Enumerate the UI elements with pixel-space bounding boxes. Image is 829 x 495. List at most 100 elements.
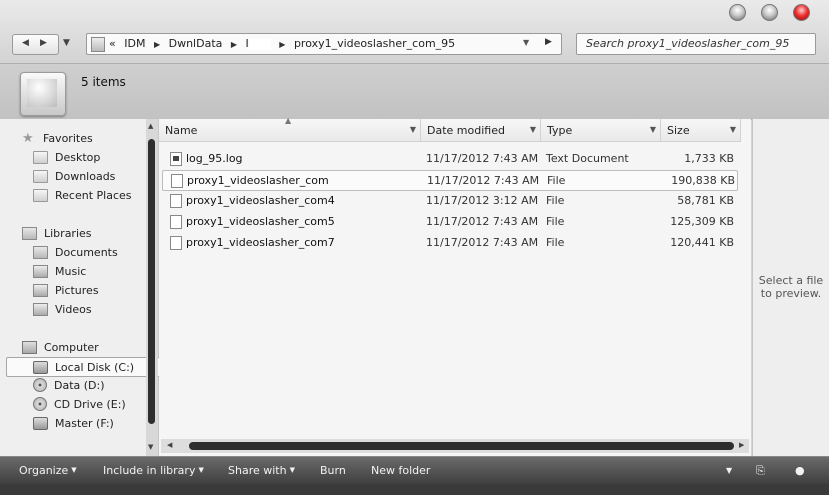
nav-label: Master (F:) [55, 416, 114, 430]
column-header-name[interactable]: ▲ Name ▼ [159, 116, 421, 142]
help-icon[interactable]: ● [795, 464, 805, 477]
nav-favorites[interactable]: ★ Favorites [22, 129, 93, 147]
nav-libraries[interactable]: Libraries [22, 224, 92, 242]
breadcrumb-item[interactable]: DwnlData [169, 37, 223, 50]
file-name: proxy1_videoslasher_com4 [186, 194, 335, 207]
file-name: proxy1_videoslasher_com [187, 174, 329, 187]
file-row[interactable]: proxy1_videoslasher_com4 11/17/2012 3:12… [162, 191, 736, 210]
column-header-size[interactable]: Size ▼ [661, 119, 741, 142]
nav-label: Libraries [44, 226, 92, 240]
view-options-icon[interactable]: ▼ [726, 466, 732, 475]
breadcrumb-separator-icon[interactable]: ▶ [154, 40, 160, 49]
column-label: Size [667, 124, 690, 137]
nav-item-recent-places[interactable]: Recent Places [33, 186, 132, 204]
address-dropdown-icon[interactable]: ▼ [523, 38, 529, 47]
nav-item-videos[interactable]: Videos [33, 300, 92, 318]
file-type: File [546, 236, 565, 249]
nav-item-downloads[interactable]: Downloads [33, 167, 115, 185]
breadcrumb-overflow[interactable]: « [109, 37, 116, 50]
forward-arrow-icon[interactable]: ▶ [40, 38, 47, 48]
column-header-date[interactable]: Date modified ▼ [421, 119, 541, 142]
nav-item-desktop[interactable]: Desktop [33, 148, 100, 166]
recent-pages-dropdown-icon[interactable]: ▼ [63, 38, 70, 48]
log-file-icon [170, 152, 182, 166]
scroll-right-icon[interactable]: ▶ [739, 441, 744, 449]
breadcrumb-item[interactable]: IDM [124, 37, 145, 50]
close-button[interactable] [793, 4, 810, 21]
breadcrumb-item[interactable]: proxy1_videoslasher_com_95 [294, 37, 455, 50]
pictures-icon [33, 283, 48, 297]
nav-label: Recent Places [55, 188, 132, 202]
chevron-down-icon: ▼ [71, 466, 77, 474]
navigation-scrollbar[interactable]: ▲ ▼ [146, 119, 158, 456]
address-go-icon[interactable]: ▶ [545, 37, 552, 47]
file-size: 125,309 KB [670, 215, 734, 228]
organize-button[interactable]: Organize ▼ [19, 464, 77, 477]
preview-message: Select a file to preview. [758, 274, 824, 300]
nav-item-cd-drive-e[interactable]: CD Drive (E:) [33, 395, 126, 413]
column-filter-icon[interactable]: ▼ [530, 125, 536, 134]
nav-label: Videos [55, 302, 92, 316]
column-filter-icon[interactable]: ▼ [730, 125, 736, 134]
scroll-down-icon[interactable]: ▼ [148, 443, 153, 451]
preview-pane-icon[interactable]: ⎘ [756, 464, 765, 478]
column-header-type[interactable]: Type ▼ [541, 119, 661, 142]
include-in-library-button[interactable]: Include in library ▼ [103, 464, 204, 477]
downloads-icon [33, 169, 48, 183]
nav-item-documents[interactable]: Documents [33, 243, 118, 261]
file-icon [171, 174, 183, 188]
scroll-left-icon[interactable]: ◀ [167, 441, 172, 449]
explorer-window: ◀ ▶ ▼ « IDM ▶ DwnlData ▶ I ▶ proxy1_vide… [0, 0, 829, 495]
search-placeholder: Search proxy1_videoslasher_com_95 [586, 37, 790, 50]
file-row[interactable]: proxy1_videoslasher_com5 11/17/2012 7:43… [162, 212, 736, 231]
file-size: 58,781 KB [677, 194, 734, 207]
preview-pane: Select a file to preview. [752, 119, 829, 456]
file-row[interactable]: log_95.log 11/17/2012 7:43 AM Text Docum… [162, 149, 736, 168]
button-label: Organize [19, 464, 69, 477]
nav-computer[interactable]: Computer [22, 338, 99, 356]
file-row[interactable]: proxy1_videoslasher_com 11/17/2012 7:43 … [162, 170, 738, 191]
search-input[interactable]: Search proxy1_videoslasher_com_95 [576, 33, 816, 55]
hard-disk-icon [33, 360, 48, 374]
star-icon: ★ [22, 130, 34, 146]
scrollbar-thumb[interactable] [189, 442, 734, 450]
file-icon [170, 194, 182, 208]
file-type: Text Document [546, 152, 629, 165]
taskbar-strip [0, 484, 829, 495]
file-date: 11/17/2012 3:12 AM [426, 194, 539, 207]
nav-label: Favorites [43, 131, 93, 145]
minimize-button[interactable] [729, 4, 746, 21]
file-icon [170, 236, 182, 250]
drive-icon [33, 378, 47, 392]
back-forward-buttons[interactable]: ◀ ▶ [12, 34, 59, 55]
nav-item-music[interactable]: Music [33, 262, 86, 280]
horizontal-scrollbar[interactable]: ◀ ▶ [161, 439, 749, 453]
computer-icon [22, 340, 37, 354]
column-filter-icon[interactable]: ▼ [410, 125, 416, 134]
scrollbar-thumb[interactable] [148, 139, 155, 424]
nav-label: Data (D:) [54, 378, 105, 392]
nav-item-pictures[interactable]: Pictures [33, 281, 99, 299]
nav-label: Downloads [55, 169, 116, 183]
burn-button[interactable]: Burn [320, 464, 346, 477]
nav-label: Documents [55, 245, 118, 259]
file-row[interactable]: proxy1_videoslasher_com7 11/17/2012 7:43… [162, 233, 736, 252]
address-bar[interactable]: « IDM ▶ DwnlData ▶ I ▶ proxy1_videoslash… [86, 33, 562, 55]
back-arrow-icon[interactable]: ◀ [22, 38, 29, 48]
nav-item-data-d[interactable]: Data (D:) [33, 376, 105, 394]
nav-item-master-f[interactable]: Master (F:) [33, 414, 114, 432]
nav-label: Pictures [55, 283, 99, 297]
nav-label: Desktop [55, 150, 101, 164]
nav-item-local-disk-c[interactable]: Local Disk (C:) [6, 357, 162, 377]
scroll-up-icon[interactable]: ▲ [148, 122, 153, 130]
breadcrumb-separator-icon[interactable]: ▶ [279, 40, 285, 49]
column-filter-icon[interactable]: ▼ [650, 125, 656, 134]
file-type: File [547, 174, 566, 187]
navigation-pane: ★ Favorites Desktop Downloads Recent Plac… [0, 119, 162, 456]
sort-ascending-icon: ▲ [285, 116, 292, 125]
new-folder-button[interactable]: New folder [371, 464, 430, 477]
desktop-icon [33, 150, 48, 164]
maximize-button[interactable] [761, 4, 778, 21]
share-with-button[interactable]: Share with ▼ [228, 464, 295, 477]
breadcrumb-separator-icon[interactable]: ▶ [231, 40, 237, 49]
